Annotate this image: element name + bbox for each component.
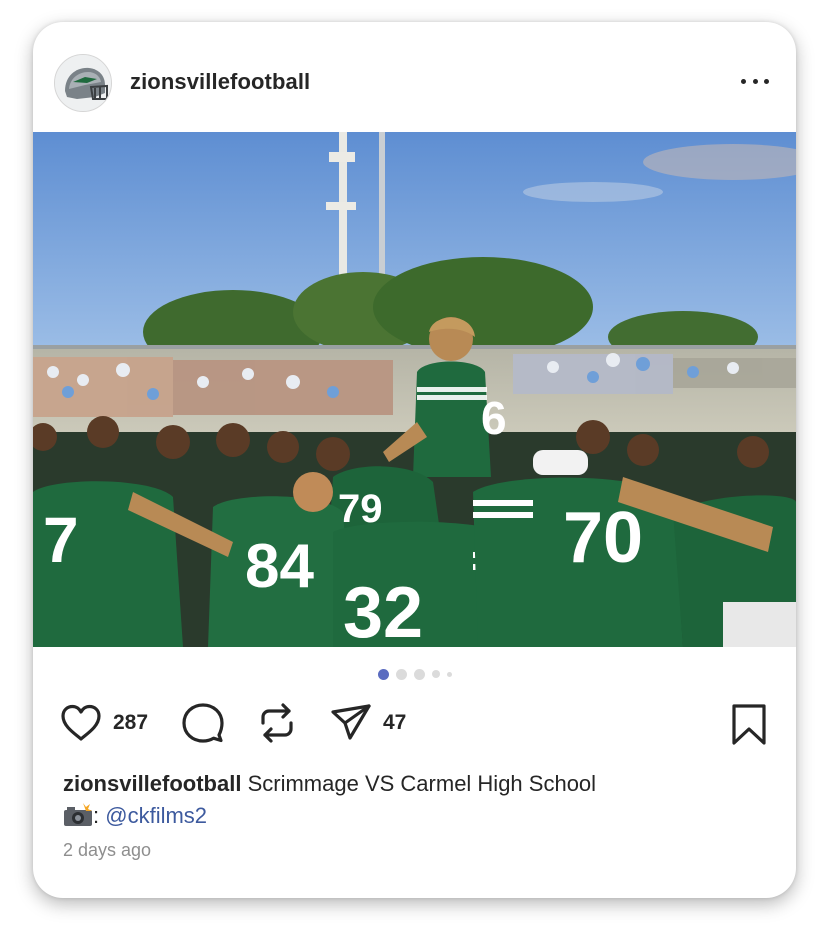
carousel-dot[interactable]: [446, 671, 452, 677]
jersey-number: 6: [481, 392, 507, 444]
like-button[interactable]: 287: [59, 697, 148, 749]
camera-flash-icon: [63, 803, 93, 827]
post-caption: zionsvillefootball Scrimmage VS Carmel H…: [63, 768, 763, 832]
save-button[interactable]: [729, 703, 769, 747]
carousel-dot-active[interactable]: [377, 668, 389, 680]
jersey-number: 70: [563, 498, 643, 578]
more-options-button[interactable]: [735, 67, 775, 95]
more-dot: [764, 78, 769, 84]
comment-icon: [182, 703, 224, 743]
post-image[interactable]: 6 7 79 84 32 70: [33, 132, 796, 647]
carousel-dot[interactable]: [431, 670, 440, 678]
carousel-dot[interactable]: [395, 668, 407, 680]
share-button[interactable]: 47: [329, 697, 406, 749]
post-actions: 287 47: [33, 697, 796, 749]
heart-icon: [61, 704, 101, 741]
more-dot: [752, 78, 758, 84]
post-timestamp: 2 days ago: [63, 840, 152, 860]
send-icon: [331, 704, 371, 740]
comment-button[interactable]: [181, 697, 225, 749]
jersey-number: 7: [43, 504, 79, 576]
post-card: zionsvillefootball 6 7 79 84 32 70 287 4…: [33, 22, 796, 898]
bookmark-icon: [732, 704, 766, 745]
like-count: 287: [113, 711, 149, 734]
avatar[interactable]: [54, 54, 112, 112]
jersey-number: 84: [245, 532, 314, 601]
post-username[interactable]: zionsvillefootball: [130, 69, 310, 95]
repost-icon: [261, 703, 293, 743]
share-count: 47: [383, 711, 407, 734]
carousel-indicator[interactable]: [33, 667, 796, 681]
caption-username[interactable]: zionsvillefootball: [63, 771, 241, 796]
repost-button[interactable]: [257, 697, 297, 749]
post-header: zionsvillefootball: [33, 22, 796, 132]
carousel-dot[interactable]: [413, 668, 425, 680]
jersey-number: 32: [343, 573, 423, 647]
credit-mention-link[interactable]: @ckfilms2: [105, 803, 207, 828]
more-horizontal-icon: [741, 78, 746, 84]
credit-separator: :: [93, 803, 100, 828]
caption-text: Scrimmage VS Carmel High School: [247, 771, 597, 796]
